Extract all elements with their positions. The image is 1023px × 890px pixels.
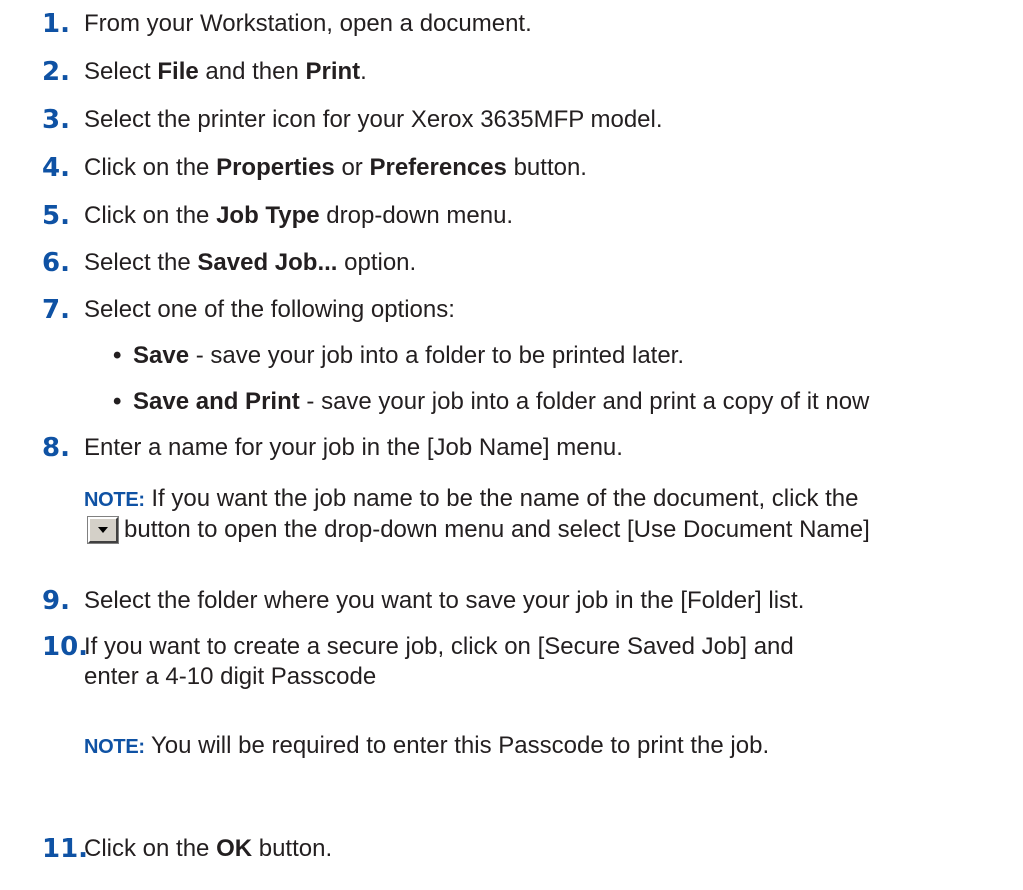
step-number: 10. xyxy=(42,632,89,662)
step-text: Select File and then Print. xyxy=(84,58,367,85)
note-passcode: NOTE: You will be required to enter this… xyxy=(84,732,770,759)
bullet-icon: • xyxy=(113,388,122,415)
saved-job-term: Saved Job... xyxy=(197,249,338,276)
list-item: • Save and Print - save your job into a f… xyxy=(113,388,870,415)
step-number: 5. xyxy=(42,201,70,231)
step-number: 2. xyxy=(42,57,70,87)
preferences-term: Preferences xyxy=(369,154,507,181)
dropdown-button[interactable] xyxy=(87,515,119,544)
step-number: 1. xyxy=(42,9,70,39)
list-item: • Save - save your job into a folder to b… xyxy=(113,342,685,369)
note-label: NOTE: xyxy=(84,489,145,511)
note-job-name: NOTE: If you want the job name to be the… xyxy=(84,485,870,544)
step-number: 11. xyxy=(42,834,89,864)
step-number: 4. xyxy=(42,153,70,183)
properties-term: Properties xyxy=(216,154,335,181)
step-number: 7. xyxy=(42,295,70,325)
step-text: Click on the OK button. xyxy=(84,835,333,862)
ok-term: OK xyxy=(216,835,253,862)
step-text: From your Workstation, open a document. xyxy=(84,10,532,37)
bullet-icon: • xyxy=(113,342,122,369)
step-number: 3. xyxy=(42,105,70,135)
note-label: NOTE: xyxy=(84,736,145,758)
chevron-down-icon xyxy=(98,526,108,533)
step-text: Click on the Properties or Preferences b… xyxy=(84,154,587,181)
step-text: Select the folder where you want to save… xyxy=(84,587,805,614)
step-number: 9. xyxy=(42,586,70,616)
step-text: Click on the Job Type drop-down menu. xyxy=(84,202,514,229)
step-text: Select the Saved Job... option. xyxy=(84,249,417,276)
step-text: If you want to create a secure job, clic… xyxy=(84,633,794,690)
job-type-term: Job Type xyxy=(216,202,320,229)
menu-file-term: File xyxy=(157,58,199,85)
step-text: Select one of the following options: xyxy=(84,296,455,323)
step-number: 8. xyxy=(42,433,70,463)
step-text: Enter a name for your job in the [Job Na… xyxy=(84,434,623,461)
step-text: Select the printer icon for your Xerox 3… xyxy=(84,106,663,133)
step-number: 6. xyxy=(42,248,70,278)
menu-print-term: Print xyxy=(305,58,361,85)
